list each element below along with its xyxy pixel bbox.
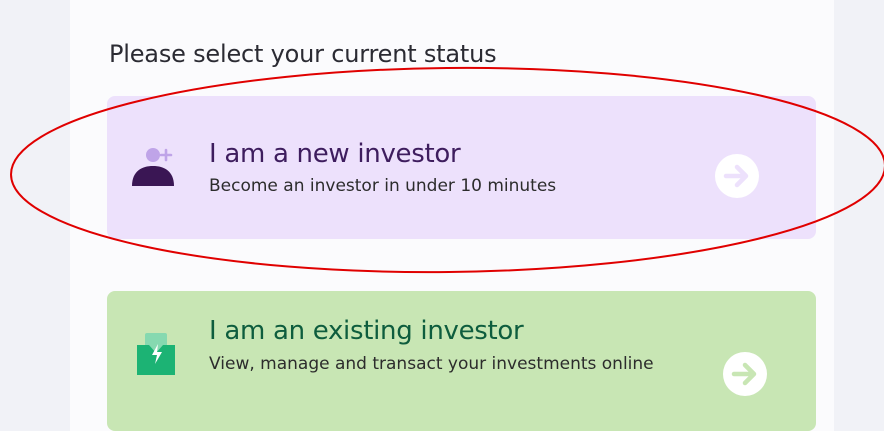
wallet-icon (137, 333, 175, 375)
existing-investor-option[interactable]: I am an existing investor View, manage a… (107, 291, 816, 431)
arrow-right-circle-icon[interactable] (722, 351, 768, 397)
new-investor-option[interactable]: I am a new investor Become an investor i… (107, 96, 816, 239)
option-title: I am a new investor (209, 139, 461, 169)
add-user-icon (132, 148, 174, 186)
arrow-right-circle-icon[interactable] (714, 153, 760, 199)
option-subtitle: View, manage and transact your investmen… (209, 354, 654, 374)
option-subtitle: Become an investor in under 10 minutes (209, 176, 557, 196)
page-title: Please select your current status (109, 40, 497, 68)
option-title: I am an existing investor (209, 316, 524, 346)
